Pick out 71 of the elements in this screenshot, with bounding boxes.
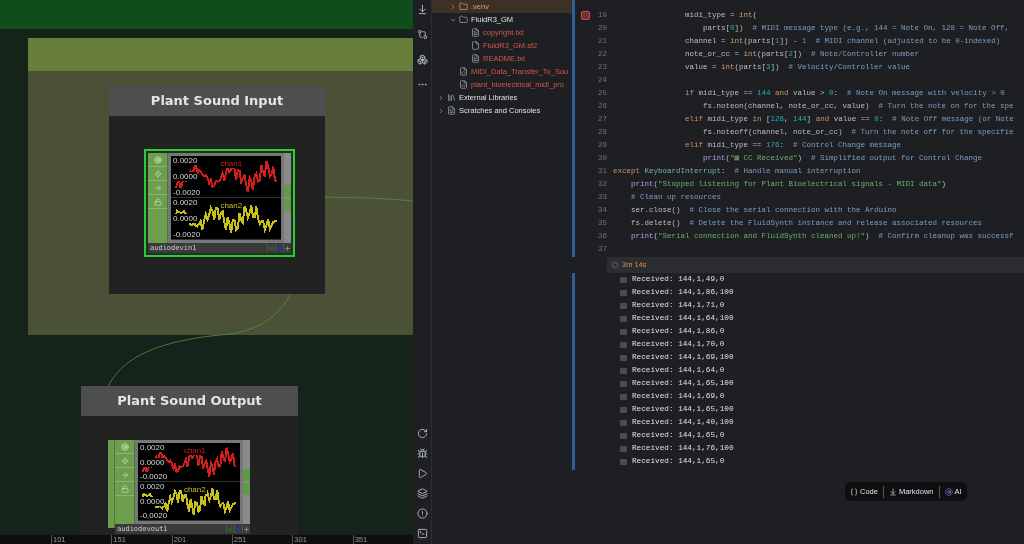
code-file-icon xyxy=(459,80,468,89)
channel-label: chan2 xyxy=(219,201,244,210)
axis-tick: 0.0020 xyxy=(140,482,165,491)
compare-icon[interactable] xyxy=(416,28,428,40)
output-marker-icon xyxy=(620,276,627,283)
lightning-icon[interactable] xyxy=(148,167,167,181)
axis-tick: 0.0000 xyxy=(140,496,165,506)
component-title: Plant Sound Output xyxy=(117,392,262,411)
axis-tick: -0.0020 xyxy=(173,188,201,197)
braces-icon xyxy=(850,487,858,496)
structure-icon[interactable] xyxy=(416,53,428,65)
status-dot-icon[interactable] xyxy=(226,525,234,533)
output-marker-icon xyxy=(620,419,627,426)
output-marker-icon xyxy=(620,289,627,296)
output-marker-icon xyxy=(620,445,627,452)
status-dot-icon[interactable] xyxy=(267,244,275,252)
status-dot-icon[interactable] xyxy=(275,244,283,252)
chevron-icon[interactable] xyxy=(437,93,445,102)
channel-label: chan1 xyxy=(182,446,207,455)
output-marker-icon xyxy=(620,458,627,465)
target-icon[interactable] xyxy=(115,440,134,454)
arrow-icon[interactable] xyxy=(416,3,428,15)
output-marker-icon xyxy=(620,315,627,322)
chevron-icon[interactable] xyxy=(449,2,457,11)
text-file-icon xyxy=(471,54,480,63)
axis-tick: 0.0000 xyxy=(173,214,198,223)
code-file-icon xyxy=(459,67,468,76)
output-marker-icon xyxy=(620,302,627,309)
axis-tick: -0.0020 xyxy=(140,511,168,520)
axis-tick: 0.0020 xyxy=(173,198,198,207)
output-marker-icon xyxy=(620,393,627,400)
component-title: Plant Sound Input xyxy=(150,92,284,111)
alert-icon[interactable] xyxy=(416,507,428,519)
target-icon[interactable] xyxy=(148,153,167,167)
unlock-icon[interactable] xyxy=(148,195,167,209)
output-marker-icon xyxy=(620,380,627,387)
plus-icon[interactable] xyxy=(242,525,250,533)
folder-icon xyxy=(459,15,468,24)
output-marker-icon xyxy=(620,328,627,335)
document-icon xyxy=(447,106,456,115)
refresh-icon[interactable] xyxy=(416,427,428,439)
input-connector[interactable] xyxy=(108,440,115,528)
output-marker-icon xyxy=(620,354,627,361)
folder-icon xyxy=(459,2,468,11)
library-icon xyxy=(447,93,456,102)
spinner-icon xyxy=(611,261,619,269)
output-marker-icon xyxy=(620,367,627,374)
channel-label: chan2 xyxy=(182,485,207,494)
status-dot-icon[interactable] xyxy=(234,525,242,533)
lightning-icon[interactable] xyxy=(115,454,134,468)
axis-tick: 0.0020 xyxy=(173,156,198,165)
axis-tick: 0.0020 xyxy=(140,443,165,452)
output-marker-icon xyxy=(620,406,627,413)
file-icon xyxy=(471,41,480,50)
terminal-icon[interactable] xyxy=(416,527,428,539)
unlock-icon[interactable] xyxy=(115,482,134,496)
chevron-icon[interactable] xyxy=(437,106,445,115)
channel-label: chan1 xyxy=(219,159,244,168)
axis-tick: -0.0020 xyxy=(140,472,168,481)
plus-icon[interactable] xyxy=(283,244,291,252)
play-icon[interactable] xyxy=(416,467,428,479)
at-icon xyxy=(944,487,953,496)
breakpoint-icon[interactable] xyxy=(580,11,590,20)
axis-tick: -0.0020 xyxy=(173,230,201,239)
output-marker-icon xyxy=(620,341,627,348)
text-file-icon xyxy=(471,28,480,37)
output-marker-icon xyxy=(620,432,627,439)
axis-tick: 0.0000 xyxy=(173,172,198,181)
axis-tick: 0.0000 xyxy=(140,457,165,467)
bug-icon[interactable] xyxy=(416,447,428,459)
layers-icon[interactable] xyxy=(416,487,428,499)
